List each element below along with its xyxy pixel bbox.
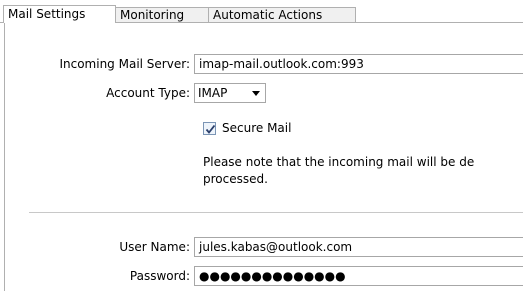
checkmark-icon <box>205 124 216 134</box>
section-divider <box>29 212 523 213</box>
tab-automatic-actions[interactable]: Automatic Actions <box>208 7 356 22</box>
tab-bar: Mail Settings Monitoring Automatic Actio… <box>0 0 523 23</box>
tab-mail-settings[interactable]: Mail Settings <box>3 5 116 23</box>
tab-monitoring[interactable]: Monitoring <box>115 7 209 22</box>
user-name-input[interactable]: jules.kabas@outlook.com <box>194 237 523 257</box>
account-type-select[interactable]: IMAP <box>194 83 266 103</box>
secure-mail-label: Secure Mail <box>222 121 292 135</box>
account-type-label: Account Type: <box>106 86 190 100</box>
user-name-label: User Name: <box>119 240 190 254</box>
note-line-1: Please note that the incoming mail will … <box>203 155 475 169</box>
secure-mail-checkbox[interactable] <box>203 122 216 135</box>
account-type-value: IMAP <box>198 86 228 100</box>
note-line-2: processed. <box>203 172 268 186</box>
chevron-down-icon <box>252 91 260 96</box>
incoming-server-input[interactable]: imap-mail.outlook.com:993 <box>194 54 523 74</box>
password-label: Password: <box>129 269 190 283</box>
incoming-server-label: Incoming Mail Server: <box>59 57 190 71</box>
password-input[interactable]: ●●●●●●●●●●●●●● <box>194 266 523 286</box>
